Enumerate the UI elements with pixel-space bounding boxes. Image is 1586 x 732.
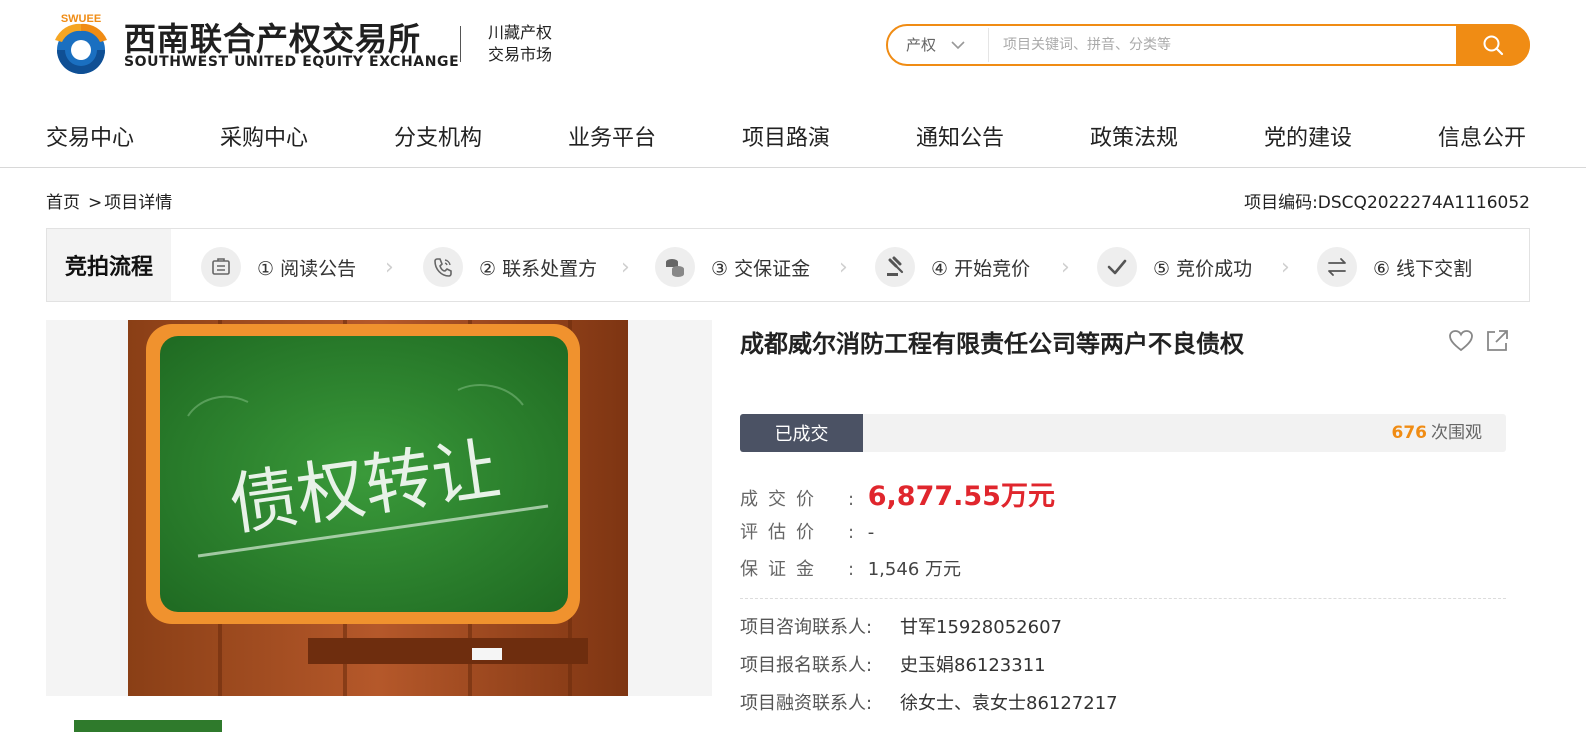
thumbnail-image[interactable]: [74, 720, 222, 732]
deal-price-value: 6,877.55万元: [867, 481, 1055, 512]
share-icon[interactable]: [1484, 328, 1510, 354]
coins-icon: [655, 247, 695, 287]
deposit-value: 1,546 万元: [867, 559, 961, 580]
thumbnail-strip: [46, 716, 712, 732]
process-step-deposit: ③ 交保证金: [655, 247, 810, 287]
nav-item-roadshow[interactable]: 项目路演: [742, 120, 830, 152]
chevron-right-icon: ›: [621, 255, 630, 280]
nav-item-policies[interactable]: 政策法规: [1090, 120, 1178, 152]
project-gallery: 债权转让: [46, 320, 712, 696]
nav-item-announcements[interactable]: 通知公告: [916, 120, 1004, 152]
chevron-right-icon: ›: [385, 255, 394, 280]
process-step-delivery: ⑥ 线下交割: [1317, 247, 1472, 287]
process-step-contact: ② 联系处置方: [423, 247, 597, 287]
auction-process-bar: 竞拍流程 ① 阅读公告 › ② 联系处置方 › ③ 交保证金 › ④ 开始竞价 …: [46, 228, 1530, 302]
nav-item-party-building[interactable]: 党的建设: [1264, 120, 1352, 152]
sub-brand[interactable]: 川藏产权 交易市场: [488, 22, 552, 66]
deal-price-label: 成交价: [740, 489, 824, 510]
nav-item-procurement-center[interactable]: 采购中心: [220, 120, 308, 152]
breadcrumb-separator: >: [88, 193, 103, 213]
deposit-label: 保证金: [740, 559, 824, 580]
appraisal-label: 评估价: [740, 522, 824, 543]
contact-value: 甘军15928052607: [900, 617, 1062, 638]
search-category-select[interactable]: 产权: [906, 26, 965, 64]
search-category-value: 产权: [906, 36, 937, 54]
search-box: 产权: [886, 24, 1530, 66]
breadcrumb: 首页 > 项目详情: [46, 188, 172, 213]
process-step-bidding: ④ 开始竞价: [875, 247, 1030, 287]
check-icon: [1097, 247, 1137, 287]
exchange-icon: [1317, 247, 1357, 287]
nav-item-trading-center[interactable]: 交易中心: [46, 120, 134, 152]
sub-brand-line1: 川藏产权: [488, 23, 553, 42]
contact-value: 徐女士、袁女士86127217: [900, 693, 1118, 714]
nav-item-branches[interactable]: 分支机构: [394, 120, 482, 152]
deposit-row: 保证金: 1,546 万元: [740, 555, 961, 581]
step-label: ⑤ 竞价成功: [1153, 257, 1253, 280]
chevron-down-icon: [951, 28, 965, 66]
heart-icon[interactable]: [1448, 328, 1474, 354]
chevron-right-icon: ›: [1061, 255, 1070, 280]
breadcrumb-current: 项目详情: [104, 193, 173, 213]
step-label: ② 联系处置方: [479, 257, 598, 280]
brand-name-en[interactable]: SOUTHWEST UNITED EQUITY EXCHANGE: [124, 54, 459, 70]
process-step-bid-success: ⑤ 竞价成功: [1097, 247, 1252, 287]
appraisal-row: 评估价: -: [740, 518, 874, 544]
status-badge: 已成交: [740, 414, 863, 452]
nav-item-disclosure[interactable]: 信息公开: [1438, 120, 1526, 152]
step-label: ⑥ 线下交割: [1373, 257, 1473, 280]
status-bar: 已成交 676 次围观: [740, 414, 1506, 452]
contact-row-consult: 项目咨询联系人: 甘军15928052607: [740, 613, 1062, 639]
section-divider: [740, 598, 1506, 599]
process-title: 竞拍流程: [47, 229, 171, 301]
project-main-image[interactable]: 债权转让: [128, 320, 628, 696]
step-label: ④ 开始竞价: [931, 257, 1031, 280]
nav-item-business-platform[interactable]: 业务平台: [568, 120, 656, 152]
step-label: ① 阅读公告: [257, 257, 357, 280]
main-nav: 交易中心 采购中心 分支机构 业务平台 项目路演 通知公告 政策法规 党的建设 …: [0, 100, 1586, 168]
breadcrumb-home[interactable]: 首页: [46, 193, 80, 213]
phone-icon: [423, 247, 463, 287]
view-count-number: 676: [1391, 423, 1428, 443]
contact-value: 史玉娟86123311: [900, 655, 1046, 676]
view-count-label: 次围观: [1431, 423, 1482, 443]
swuee-logo-icon[interactable]: SWUEE: [48, 10, 114, 76]
search-input[interactable]: [988, 28, 1454, 62]
search-icon: [1483, 35, 1504, 56]
contact-label: 项目咨询联系人:: [740, 617, 873, 638]
contact-row-financing: 项目融资联系人: 徐女士、袁女士86127217: [740, 689, 1118, 715]
appraisal-value: -: [867, 522, 875, 543]
chevron-right-icon: ›: [1281, 255, 1290, 280]
search-button[interactable]: [1456, 24, 1530, 66]
site-header: SWUEE 西南联合产权交易所 SOUTHWEST UNITED EQUITY …: [0, 0, 1586, 100]
notice-icon: [201, 247, 241, 287]
contact-label: 项目融资联系人:: [740, 693, 873, 714]
logo-text: SWUEE: [61, 13, 101, 25]
title-actions: [1448, 328, 1510, 354]
view-count: 676 次围观: [1392, 414, 1483, 452]
contact-row-registration: 项目报名联系人: 史玉娟86123311: [740, 651, 1046, 677]
brand-divider: [460, 26, 461, 62]
deal-price-row: 成交价: 6,877.55万元: [740, 481, 1055, 512]
project-title: 成都威尔消防工程有限责任公司等两户不良债权: [740, 330, 1244, 358]
process-step-read-notice: ① 阅读公告: [201, 247, 356, 287]
gavel-icon: [875, 247, 915, 287]
project-code: 项目编码:DSCQ2022274A1116052: [1244, 193, 1530, 213]
step-label: ③ 交保证金: [711, 257, 811, 280]
contact-label: 项目报名联系人:: [740, 655, 873, 676]
sub-brand-line2: 交易市场: [488, 45, 553, 64]
chevron-right-icon: ›: [839, 255, 848, 280]
